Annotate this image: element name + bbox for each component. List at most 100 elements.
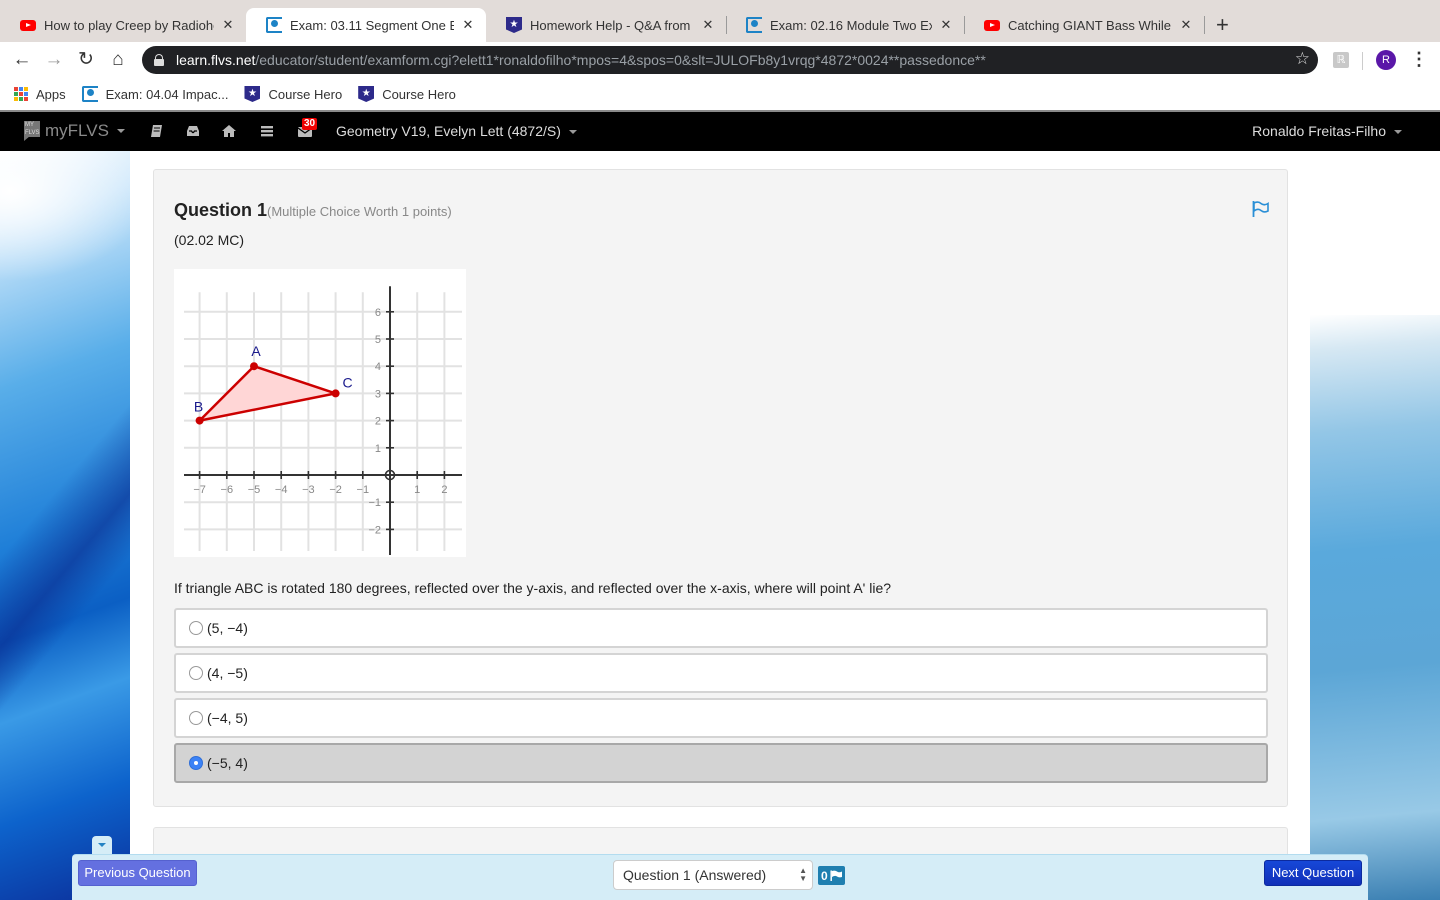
youtube-icon <box>20 17 36 33</box>
y-tick-label: 3 <box>375 388 381 400</box>
y-tick-label: 2 <box>375 416 381 428</box>
course-hero-icon: ★ <box>506 17 522 33</box>
browser-tab[interactable]: How to play Creep by Radiohead ✕ <box>0 8 247 42</box>
coordinate-graph: −7 −6 −5 −4 −3 −2 −1 1 2 6 5 4 3 2 1 −1 −2 A B C <box>174 269 466 557</box>
new-tab-button[interactable]: + <box>1216 12 1229 38</box>
address-bar[interactable]: learn.flvs.net/educator/student/examform… <box>142 46 1318 74</box>
url-text: learn.flvs.net/educator/student/examform… <box>176 52 986 68</box>
browser-tab[interactable]: ★ Homework Help - Q&A from Onli ✕ <box>486 8 727 42</box>
previous-question-button[interactable]: Previous Question <box>78 860 197 886</box>
question-header: Question 1 (Multiple Choice Worth 1 poin… <box>174 200 452 221</box>
radio-button[interactable] <box>189 666 203 680</box>
collapse-toggle[interactable] <box>92 836 112 856</box>
question-title: Question 1 <box>174 200 268 220</box>
bookmark-item[interactable]: ★ Course Hero <box>244 86 342 102</box>
close-tab-icon[interactable]: ✕ <box>700 17 716 33</box>
radio-button[interactable] <box>189 621 203 635</box>
myflvs-logo-icon: MY FLVS <box>24 121 40 141</box>
question-code: (02.02 MC) <box>174 232 245 248</box>
background-art-right <box>1310 315 1440 900</box>
graph-svg: −7 −6 −5 −4 −3 −2 −1 1 2 6 5 4 3 2 1 −1 −2 A B C <box>184 286 462 555</box>
browser-tab[interactable]: Exam: 02.16 Module Two Exam - ✕ <box>726 8 965 42</box>
vertex-label: C <box>343 374 353 390</box>
course-hero-icon: ★ <box>358 86 375 102</box>
x-tick-label: 2 <box>441 484 447 496</box>
forward-arrow-icon[interactable]: → <box>42 48 66 72</box>
browser-tab-strip: How to play Creep by Radiohead ✕ Exam: 0… <box>0 0 1440 42</box>
y-tick-label: −1 <box>368 497 381 509</box>
book-icon[interactable] <box>149 123 165 139</box>
answer-choice[interactable]: (−4, 5) <box>174 698 1268 738</box>
caret-down-icon <box>568 130 577 135</box>
flvs-icon <box>266 17 282 33</box>
flvs-icon <box>746 17 762 33</box>
site-navbar: MY FLVS myFLVS 30 Geometry V19, Evelyn L… <box>0 110 1440 151</box>
answer-choice[interactable]: (5, −4) <box>174 608 1268 648</box>
flag-question-icon[interactable] <box>1251 200 1271 218</box>
x-tick-label: −7 <box>193 484 206 496</box>
profile-avatar[interactable]: R <box>1376 50 1396 70</box>
back-arrow-icon[interactable]: ← <box>10 48 34 72</box>
flag-icon <box>830 870 842 881</box>
browser-menu-icon[interactable]: ⋮ <box>1410 49 1428 69</box>
x-tick-label: −4 <box>275 484 288 496</box>
mail-badge: 30 <box>302 118 318 130</box>
caret-down-icon <box>1394 130 1402 135</box>
course-selector[interactable]: Geometry V19, Evelyn Lett (4872/S) <box>336 123 577 139</box>
apps-grid-icon <box>14 87 28 101</box>
x-tick-label: 1 <box>414 484 420 496</box>
browser-tab-active[interactable]: Exam: 03.11 Segment One Exam ✕ <box>246 8 486 42</box>
close-tab-icon[interactable]: ✕ <box>1178 17 1194 33</box>
vertex-c <box>331 389 340 398</box>
vertex-label: B <box>194 399 203 415</box>
answer-choice[interactable]: (4, −5) <box>174 653 1268 693</box>
list-menu-icon[interactable] <box>259 123 275 139</box>
question-meta: (Multiple Choice Worth 1 points) <box>267 204 452 219</box>
browser-toolbar: ← → ↻ ⌂ learn.flvs.net/educator/student/… <box>0 42 1440 78</box>
answer-choice[interactable]: (−5, 4) <box>174 743 1268 783</box>
y-tick-label: 1 <box>375 443 381 455</box>
y-tick-label: 5 <box>375 334 381 346</box>
bookmarks-bar: Apps Exam: 04.04 Impac... ★ Course Hero … <box>0 78 1440 110</box>
question-panel: Question 1 (Multiple Choice Worth 1 poin… <box>153 169 1288 807</box>
myflvs-menu[interactable]: MY FLVS myFLVS <box>24 121 125 141</box>
close-tab-icon[interactable]: ✕ <box>220 17 236 33</box>
x-tick-label: −3 <box>302 484 315 496</box>
user-menu[interactable]: Ronaldo Freitas-Filho <box>1252 123 1402 139</box>
bookmark-item[interactable]: Exam: 04.04 Impac... <box>81 86 228 102</box>
inbox-icon[interactable] <box>185 123 201 139</box>
course-hero-icon: ★ <box>244 86 261 102</box>
youtube-icon <box>984 17 1000 33</box>
vertex-label: A <box>251 343 261 359</box>
radio-button[interactable] <box>189 756 203 770</box>
x-tick-label: −2 <box>329 484 342 496</box>
home-icon[interactable] <box>221 123 237 139</box>
home-icon[interactable]: ⌂ <box>106 48 130 72</box>
browser-tab[interactable]: Catching GIANT Bass While Fishi ✕ <box>964 8 1205 42</box>
y-tick-label: 6 <box>375 307 381 319</box>
vertex-b <box>195 416 204 425</box>
question-text: If triangle ABC is rotated 180 degrees, … <box>174 580 892 596</box>
close-tab-icon[interactable]: ✕ <box>938 17 954 33</box>
y-tick-label: 4 <box>375 361 381 373</box>
x-tick-label: −5 <box>248 484 261 496</box>
flvs-icon <box>81 86 98 102</box>
bookmark-star-icon[interactable]: ☆ <box>1295 49 1310 69</box>
vertex-a <box>250 362 258 371</box>
bookmark-apps[interactable]: Apps <box>14 87 66 102</box>
close-tab-icon[interactable]: ✕ <box>460 17 476 33</box>
radio-button[interactable] <box>189 711 203 725</box>
x-tick-label: −1 <box>357 484 370 496</box>
next-question-button[interactable]: Next Question <box>1264 860 1362 886</box>
question-select[interactable]: Question 1 (Answered) ▲ ▼ <box>613 860 813 890</box>
flagged-count-badge[interactable]: 0 <box>818 866 845 885</box>
caret-down-icon <box>116 129 125 133</box>
extension-icon[interactable]: ℝ <box>1333 52 1349 68</box>
bookmark-item[interactable]: ★ Course Hero <box>358 86 456 102</box>
x-tick-label: −6 <box>221 484 234 496</box>
lock-icon <box>154 54 164 66</box>
reload-icon[interactable]: ↻ <box>74 48 98 72</box>
y-tick-label: −2 <box>368 524 381 536</box>
select-arrows-icon: ▲ ▼ <box>799 866 807 883</box>
background-art-left <box>0 151 130 900</box>
